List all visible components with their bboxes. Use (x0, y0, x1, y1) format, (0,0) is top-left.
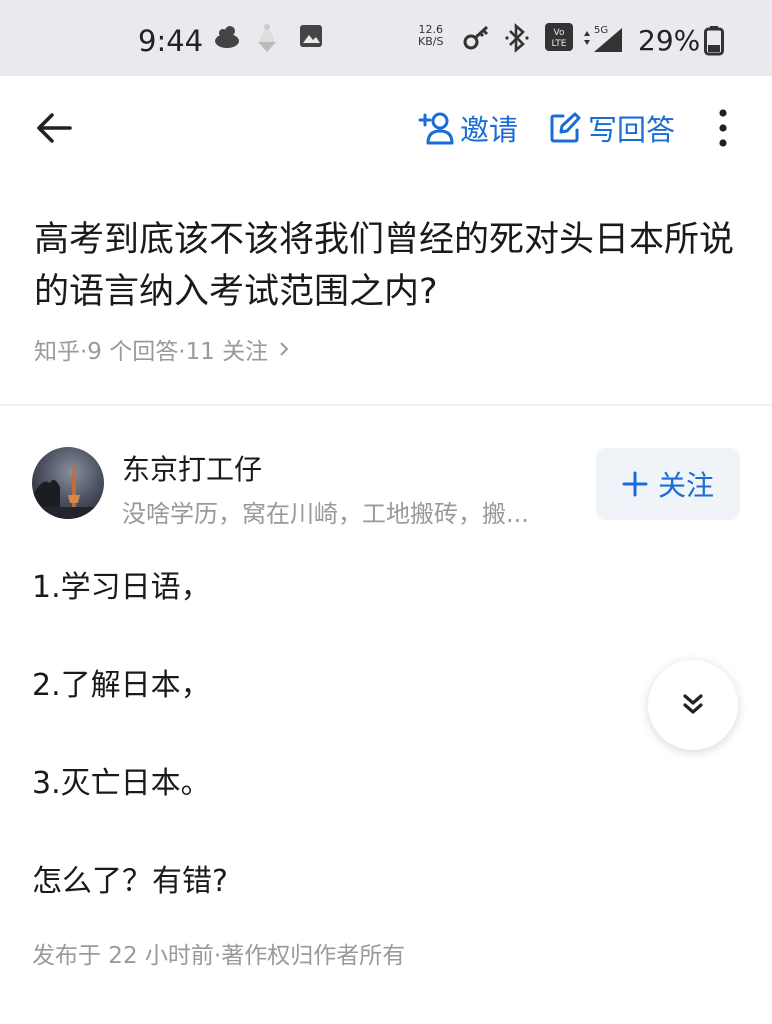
volte-text-lte: LTE (552, 39, 567, 49)
write-answer-button[interactable]: 写回答 (548, 106, 675, 150)
invite-label: 邀请 (460, 113, 519, 147)
cloud-bowl-icon (212, 22, 242, 56)
double-chevron-down-icon (683, 694, 703, 714)
answer-footer: 发布于 22 小时前·著作权归作者所有 (32, 943, 406, 969)
author-bio: 没啥学历，窝在川崎，工地搬砖，搬... (122, 500, 529, 528)
back-button[interactable] (32, 106, 80, 150)
key-icon (462, 22, 492, 56)
back-arrow-icon (37, 113, 72, 143)
volte-text-vo: Vo (554, 28, 565, 38)
follow-button[interactable]: 关注 (596, 448, 740, 520)
signal-icon: 5G (582, 22, 626, 58)
image-icon (298, 22, 324, 54)
network-type: 5G (594, 25, 608, 36)
author-name[interactable]: 东京打工仔 (122, 448, 262, 488)
battery-percent: 29% (638, 24, 701, 57)
section-divider (0, 404, 772, 406)
author-avatar[interactable] (32, 447, 104, 519)
app-bar: 邀请 写回答 (0, 76, 772, 180)
plus-icon (622, 471, 648, 497)
next-answer-button[interactable] (648, 660, 738, 750)
question-meta[interactable]: 知乎·9 个回答·11 关注 (34, 332, 292, 366)
status-bar: 9:44 12.6 KB/S Vo LTE 5G 29% (0, 0, 772, 76)
net-speed-unit: KB/S (418, 35, 444, 48)
question-meta-text: 知乎·9 个回答·11 关注 (34, 339, 269, 365)
volte-icon: Vo LTE (544, 22, 574, 56)
invite-button[interactable]: 邀请 (418, 106, 518, 150)
question-title[interactable]: 高考到底该不该将我们曾经的死对头日本所说的语言纳入考试范围之内? (34, 214, 734, 318)
more-options-button[interactable] (708, 104, 738, 152)
battery-icon (704, 26, 724, 60)
ice-cream-icon (254, 22, 280, 58)
answer-paragraph: 1.学习日语， (32, 570, 211, 605)
more-vertical-icon (719, 109, 727, 147)
add-user-icon (418, 112, 454, 145)
answer-paragraph: 3.灭亡日本。 (32, 766, 211, 801)
chevron-right-icon (280, 342, 289, 356)
follow-label: 关注 (657, 469, 714, 502)
edit-icon (550, 112, 581, 143)
status-time: 9:44 (138, 24, 204, 58)
answer-paragraph: 2.了解日本， (32, 668, 211, 703)
answer-paragraph: 怎么了？有错? (32, 864, 228, 899)
write-answer-label: 写回答 (588, 113, 676, 147)
net-speed: 12.6 KB/S (418, 24, 443, 48)
bluetooth-icon (504, 22, 530, 58)
